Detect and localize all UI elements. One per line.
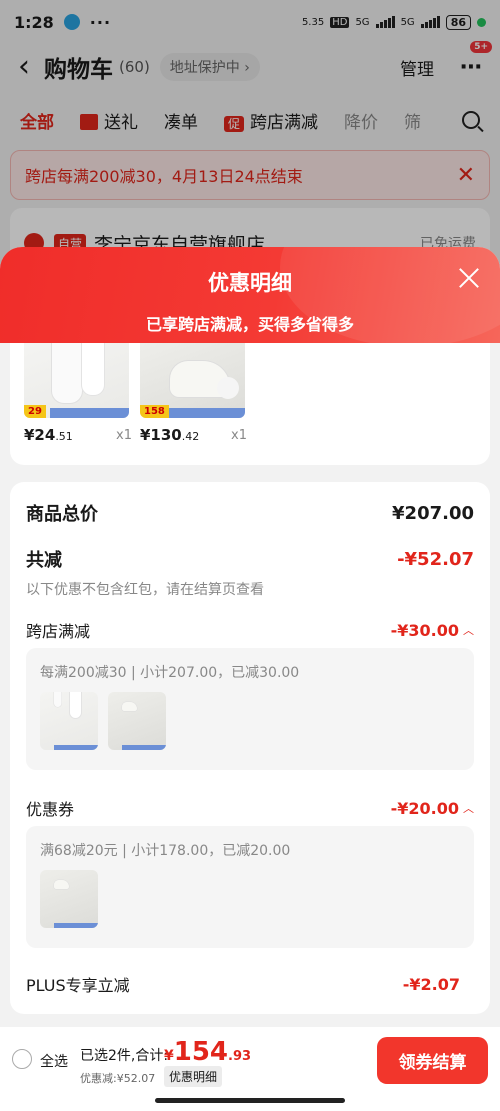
product-thumb-shoes[interactable] [40, 870, 98, 928]
signal-icon-2 [420, 16, 440, 28]
net-speed: 5.35 [301, 16, 325, 28]
reduce-note: 以下优惠不包含红包，请在结算页查看 [26, 582, 264, 598]
status-indicators: 5.35 HD 5G 5G 86 [301, 14, 486, 30]
more-icon[interactable]: ⋯ 5+ [460, 40, 492, 80]
product-item[interactable]: 158 [140, 343, 245, 418]
promo-banner-text: 跨店每满200减30，4月13日24点结束 [25, 167, 303, 186]
promo-tag-icon: 促 [224, 115, 245, 132]
total-reduce-value: -¥52.07 [397, 548, 474, 570]
tab-cross-store-label: 跨店满减 [250, 112, 319, 133]
cross-store-row[interactable]: 跨店满减 -¥30.00 ︿ [26, 618, 474, 642]
goods-total-row: 商品总价 ¥207.00 [26, 500, 474, 526]
close-icon[interactable]: ✕ [457, 163, 475, 188]
cross-store-value: -¥30.00 [390, 620, 459, 640]
tab-price-drop[interactable]: 降价 [344, 108, 378, 133]
product-price: ¥24.51 [24, 426, 73, 444]
more-badge: 5+ [470, 40, 492, 53]
address-chip-label: 地址保护中 [169, 60, 240, 76]
price-tag: 158 [140, 405, 169, 418]
tab-all[interactable]: 全部 [20, 108, 54, 133]
select-all-label[interactable]: 全选 [40, 1051, 68, 1071]
signal-icon [375, 16, 395, 28]
hd-badge: HD [330, 16, 350, 28]
plus-row: PLUS专享立减 -¥2.07 [26, 972, 474, 996]
home-indicator[interactable] [155, 1098, 345, 1103]
chevron-up-icon[interactable]: ︿ [463, 622, 474, 638]
gift-icon [80, 113, 98, 130]
total-reduce-label: 共减 [26, 550, 62, 571]
coupon-value: -¥20.00 [390, 798, 459, 818]
goods-total-value: ¥207.00 [392, 502, 474, 524]
product-price: ¥130.42 [140, 426, 200, 444]
promo-banner: 跨店每满200减30，4月13日24点结束 ✕ [10, 150, 490, 200]
product-image-socks[interactable]: 29 [24, 343, 129, 418]
network-5g-label: 5G [355, 16, 370, 28]
discount-detail-sheet: 优惠明细 已享跨店满减，买得多省得多 29 ¥24.51 x1 158 ¥130… [0, 247, 500, 1111]
cross-store-detail: 每满200减30 | 小计207.00，已减30.00 [40, 665, 300, 681]
nav-bar: ‹ 购物车 (60) 地址保护中 › 管理 ⋯ 5+ [0, 40, 500, 90]
back-arrow-icon[interactable]: ‹ [18, 52, 30, 82]
cart-count: (60) [119, 58, 150, 76]
chevron-up-icon[interactable]: ︿ [463, 800, 474, 816]
sheet-title: 优惠明细 [208, 271, 292, 295]
coupon-label: 优惠券 [26, 800, 75, 819]
product-qty: x1 [116, 428, 132, 443]
address-protection-chip[interactable]: 地址保护中 › [159, 53, 260, 81]
total-reduce-row: 共减 -¥52.07 [26, 546, 474, 572]
product-list: 29 ¥24.51 x1 158 ¥130.42 x1 [10, 343, 490, 465]
product-qty: x1 [231, 428, 247, 443]
select-all-checkbox[interactable] [12, 1049, 32, 1069]
battery-icon: 86 [445, 14, 471, 30]
filter-tabs: 全部 送礼 凑单 促跨店满减 降价 筛 [0, 90, 500, 150]
status-dots: ··· [89, 12, 112, 32]
status-bar: 1:28 ··· 5.35 HD 5G 5G 86 [0, 0, 500, 44]
selected-count: 已选2件,合计: [80, 1048, 169, 1064]
goods-total-label: 商品总价 [26, 504, 98, 525]
page-title: 购物车 [44, 57, 113, 83]
tab-gift[interactable]: 送礼 [80, 108, 138, 133]
close-icon[interactable] [458, 267, 480, 289]
tab-filter[interactable]: 筛 [404, 108, 421, 133]
discount-detail-card: 商品总价 ¥207.00 共减 -¥52.07 以下优惠不包含红包，请在结算页查… [10, 482, 490, 1014]
plus-value: -¥2.07 [402, 974, 460, 994]
coupon-detail-box: 满68减20元 | 小计178.00，已减20.00 [26, 826, 474, 948]
plus-label: PLUS专享立减 [26, 976, 130, 995]
product-image-shoes[interactable]: 158 [140, 343, 245, 418]
cross-store-detail-box: 每满200减30 | 小计207.00，已减30.00 [26, 648, 474, 770]
product-thumb-shoes[interactable] [108, 692, 166, 750]
network-5g-label-2: 5G [400, 16, 415, 28]
discount-amount: 优惠减:¥52.07 [80, 1072, 156, 1085]
privacy-dot-icon [477, 17, 486, 27]
manage-button[interactable]: 管理 [400, 55, 434, 80]
telegram-icon [63, 14, 80, 30]
total-price: ¥154.93 [164, 1037, 252, 1067]
tab-gift-label: 送礼 [104, 112, 138, 133]
checkout-button[interactable]: 领券结算 [377, 1037, 488, 1084]
status-time: 1:28 [14, 12, 54, 32]
discount-detail-button[interactable]: 优惠明细 [164, 1066, 223, 1087]
coupon-detail: 满68减20元 | 小计178.00，已减20.00 [40, 843, 291, 859]
sheet-subtitle: 已享跨店满减，买得多省得多 [145, 315, 354, 334]
search-icon[interactable] [462, 111, 480, 129]
coupon-row[interactable]: 优惠券 -¥20.00 ︿ [26, 796, 474, 820]
price-tag: 29 [24, 405, 46, 418]
tab-bundle[interactable]: 凑单 [164, 108, 198, 133]
product-thumb-socks[interactable] [40, 692, 98, 750]
product-item[interactable]: 29 [24, 343, 129, 418]
sheet-header: 优惠明细 已享跨店满减，买得多省得多 [0, 247, 500, 347]
cross-store-label: 跨店满减 [26, 622, 91, 641]
tab-cross-store[interactable]: 促跨店满减 [224, 108, 318, 133]
